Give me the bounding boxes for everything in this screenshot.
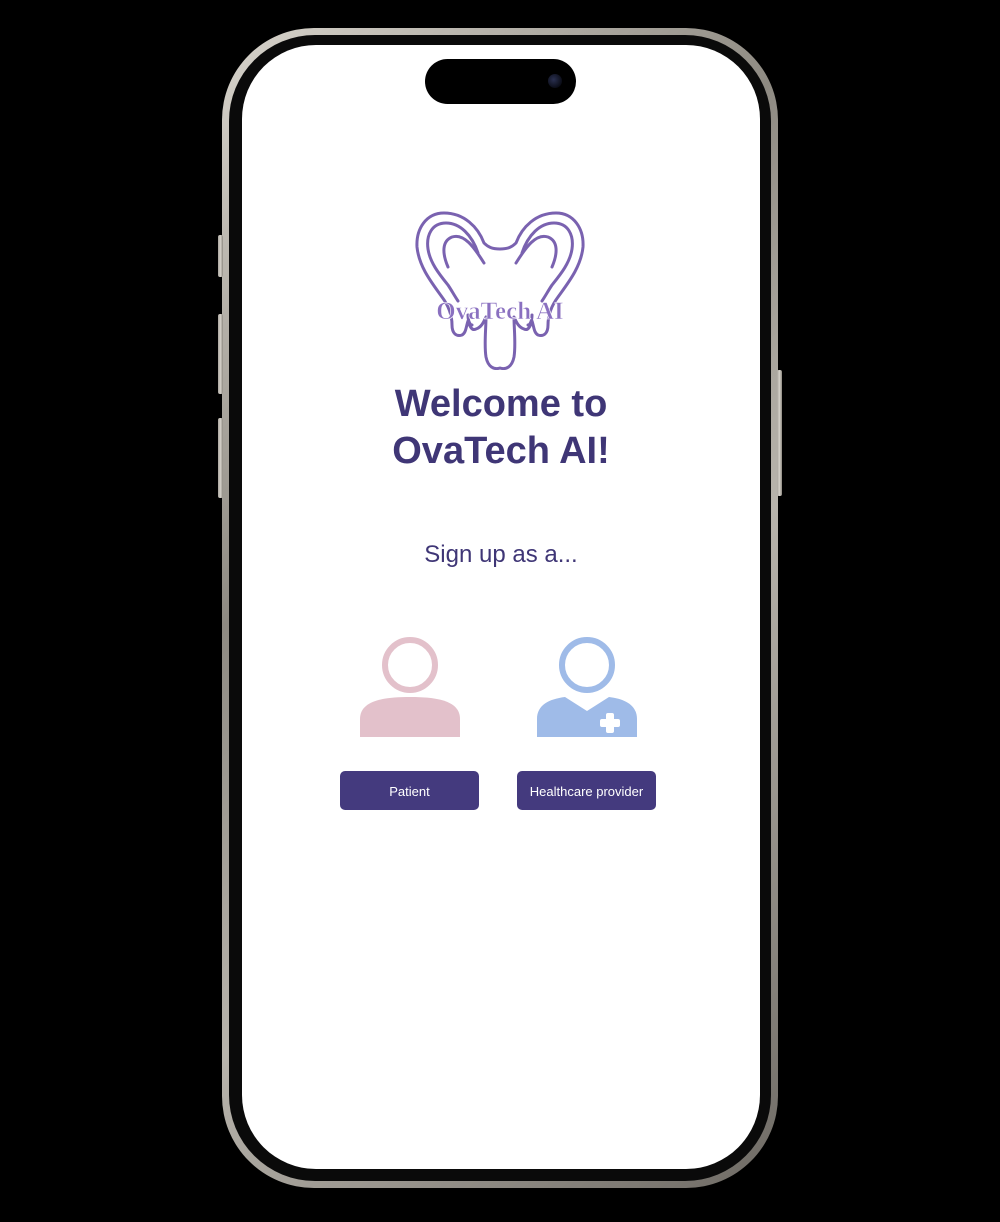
phone-power-button [777,370,782,496]
phone-volume-down-button [218,418,223,498]
patient-button[interactable]: Patient [340,771,479,810]
patient-icon[interactable] [358,635,462,739]
front-camera-icon [548,74,562,88]
phone-action-button [218,235,223,277]
healthcare-provider-icon[interactable] [535,635,639,739]
ovatech-logo: OvaTech AI [408,205,592,371]
healthcare-provider-button[interactable]: Healthcare provider [517,771,656,810]
phone-volume-up-button [218,314,223,394]
uterus-logo-icon: OvaTech AI [415,211,585,371]
dynamic-island [425,59,576,104]
signup-prompt: Sign up as a... [424,541,578,568]
welcome-title: Welcome to OvaTech AI! [392,383,610,472]
logo-text: OvaTech AI [436,298,564,325]
app-screen: OvaTech AI Welcome to OvaTech AI! Sign u… [242,45,760,1169]
